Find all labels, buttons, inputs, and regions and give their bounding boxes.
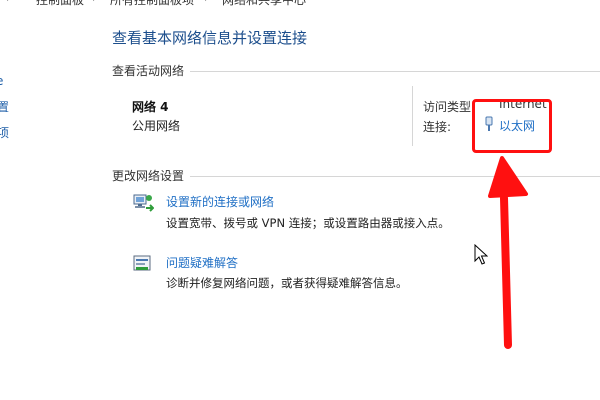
page-title: 查看基本网络信息并设置连接	[112, 29, 308, 47]
annotation-highlight-box	[472, 99, 552, 153]
access-type-label: 访问类型:	[423, 100, 476, 114]
setup-connection-desc: 设置宽带、拨号或 VPN 连接；或设置路由器或接入点。	[166, 216, 450, 230]
change-settings-header: 更改网络设置	[112, 169, 185, 183]
breadcrumb-separator: ›	[204, 0, 209, 5]
annotation-arrow-icon	[488, 156, 528, 349]
left-nav-item-2[interactable]: 置	[0, 98, 9, 115]
network-type[interactable]: 公用网络	[132, 117, 180, 134]
breadcrumb-item-network-center[interactable]: 网络和共享中心	[222, 0, 306, 8]
network-info-divider	[412, 86, 413, 146]
network-setup-icon	[133, 194, 154, 212]
breadcrumb: › 控制面板 › 所有控制面板项 › 网络和共享中心	[0, 0, 600, 7]
active-networks-header: 查看活动网络	[112, 64, 185, 78]
troubleshoot-link[interactable]: 问题疑难解答	[166, 254, 238, 271]
breadcrumb-item-all-items[interactable]: 所有控制面板项	[110, 0, 194, 8]
troubleshoot-desc: 诊断并修复网络问题，或者获得疑难解答信息。	[166, 276, 408, 290]
setup-connection-link[interactable]: 设置新的连接或网络	[166, 193, 274, 210]
breadcrumb-item-control-panel[interactable]: 控制面板	[36, 0, 84, 8]
troubleshoot-icon	[133, 255, 151, 271]
left-nav-item-1[interactable]: e	[0, 74, 3, 88]
breadcrumb-separator: ›	[6, 0, 11, 5]
connection-label: 连接:	[423, 120, 452, 134]
left-nav-item-3[interactable]: 项	[0, 124, 9, 141]
network-name: 网络 4	[132, 100, 169, 114]
section-divider	[190, 71, 600, 72]
breadcrumb-separator: ›	[92, 0, 97, 5]
